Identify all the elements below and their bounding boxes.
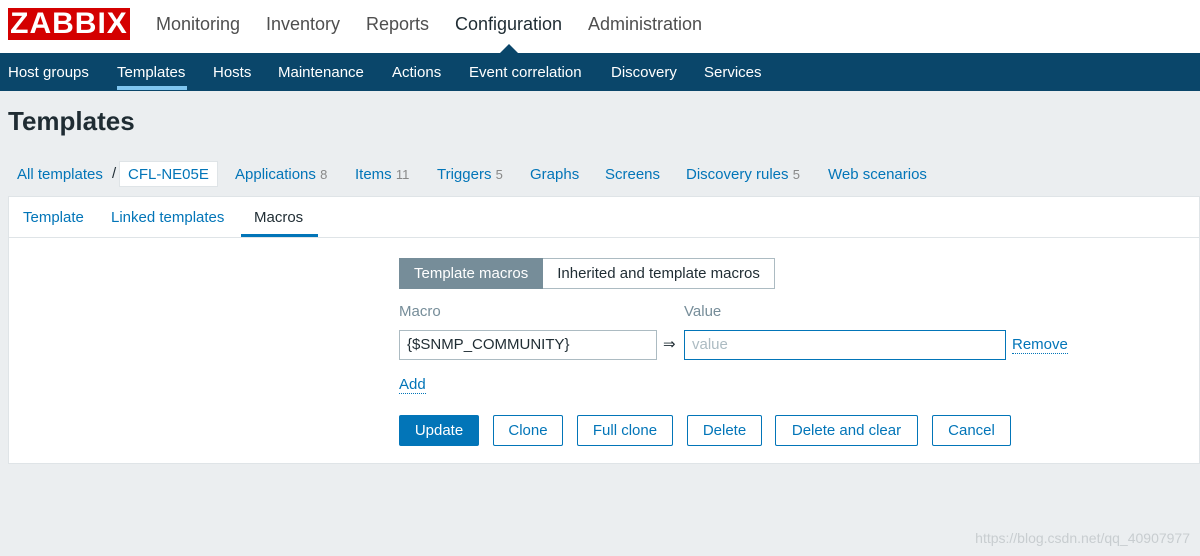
tab-template[interactable]: Template (23, 209, 84, 226)
applications-link[interactable]: Applications 8 (235, 166, 327, 183)
triggers-label: Triggers (437, 166, 492, 183)
subnav-templates[interactable]: Templates (117, 64, 185, 81)
subnav-hosts[interactable]: Hosts (213, 64, 251, 81)
screens-link[interactable]: Screens (605, 166, 660, 183)
items-count: 11 (395, 167, 410, 182)
applications-label: Applications (235, 166, 316, 183)
tab-linked-templates[interactable]: Linked templates (111, 209, 224, 226)
menu-configuration[interactable]: Configuration (455, 14, 562, 35)
subnav-maintenance[interactable]: Maintenance (278, 64, 364, 81)
macro-mode-switch: Template macros Inherited and template m… (399, 258, 775, 289)
items-link[interactable]: Items 11 (355, 166, 409, 183)
clone-button[interactable]: Clone (493, 415, 563, 446)
current-template-name: CFL-NE05E (119, 161, 218, 187)
discovery-rules-label: Discovery rules (686, 166, 789, 183)
value-column-header: Value (684, 303, 722, 320)
menu-administration[interactable]: Administration (588, 14, 702, 35)
subnav-actions[interactable]: Actions (392, 64, 441, 81)
subnav-event-correlation[interactable]: Event correlation (469, 64, 582, 81)
discovery-rules-link[interactable]: Discovery rules 5 (686, 166, 800, 183)
subnav-host-groups[interactable]: Host groups (8, 64, 89, 81)
web-scenarios-link[interactable]: Web scenarios (828, 166, 927, 183)
remove-link[interactable]: Remove (1012, 336, 1068, 354)
tabs-divider (9, 237, 1200, 238)
macro-column-header: Macro (399, 303, 441, 320)
applications-count: 8 (320, 167, 328, 182)
watermark: https://blog.csdn.net/qq_40907977 (975, 530, 1190, 546)
arrow-icon: ⇒ (663, 336, 676, 353)
breadcrumb-separator: / (112, 165, 117, 182)
template-macros-button[interactable]: Template macros (399, 258, 544, 289)
template-form-panel: Template Linked templates Macros Templat… (8, 196, 1200, 464)
zabbix-logo[interactable]: ZABBIX (8, 8, 130, 40)
delete-and-clear-button[interactable]: Delete and clear (775, 415, 918, 446)
items-label: Items (355, 166, 392, 183)
tab-macros[interactable]: Macros (254, 209, 303, 226)
add-macro-link[interactable]: Add (399, 376, 426, 394)
menu-monitoring[interactable]: Monitoring (156, 14, 240, 35)
update-button[interactable]: Update (399, 415, 479, 446)
triggers-link[interactable]: Triggers 5 (437, 166, 503, 183)
macro-input[interactable]: {$SNMP_COMMUNITY} (399, 330, 657, 360)
subnav-services[interactable]: Services (704, 64, 762, 81)
value-input[interactable]: value (684, 330, 1006, 360)
subnav-discovery[interactable]: Discovery (611, 64, 677, 81)
menu-inventory[interactable]: Inventory (266, 14, 340, 35)
all-templates-link[interactable]: All templates (17, 166, 103, 183)
inherited-macros-button[interactable]: Inherited and template macros (543, 258, 775, 289)
active-subnav-underline (117, 86, 187, 90)
top-bar: ZABBIX Monitoring Inventory Reports Conf… (0, 0, 1200, 53)
menu-reports[interactable]: Reports (366, 14, 429, 35)
discovery-rules-count: 5 (792, 167, 800, 182)
page-title: Templates (8, 106, 135, 136)
delete-button[interactable]: Delete (687, 415, 762, 446)
full-clone-button[interactable]: Full clone (577, 415, 673, 446)
cancel-button[interactable]: Cancel (932, 415, 1011, 446)
triggers-count: 5 (495, 167, 503, 182)
active-menu-caret-icon (500, 44, 518, 53)
graphs-link[interactable]: Graphs (530, 166, 579, 183)
